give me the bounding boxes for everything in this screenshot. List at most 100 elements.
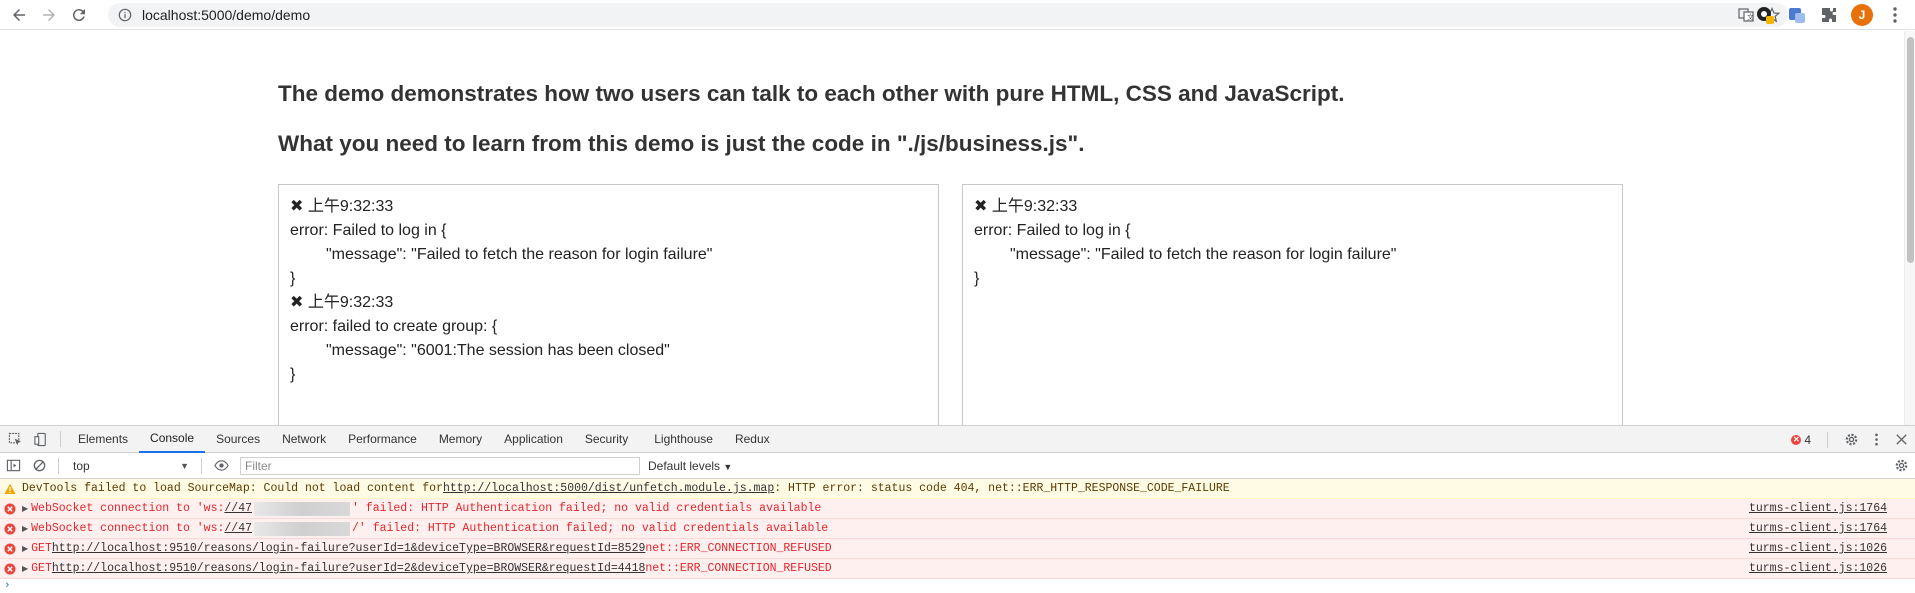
log-line: } xyxy=(290,366,296,383)
log-levels-dropdown[interactable]: Default levels ▼ xyxy=(648,459,732,473)
arrow-left-icon xyxy=(13,8,25,21)
page-heading-2: What you need to learn from this demo is… xyxy=(278,131,1085,156)
error-url-link[interactable]: //47 xyxy=(224,502,252,515)
arrow-right-icon xyxy=(43,8,55,21)
extension-github-icon[interactable] xyxy=(1755,5,1775,25)
prompt-chevron-icon: › xyxy=(4,580,11,592)
error-icon xyxy=(4,563,16,574)
page-scrollbar[interactable] xyxy=(1904,31,1915,425)
expand-triangle-icon[interactable]: ▶ xyxy=(22,564,28,574)
console-warning-message: DevTools failed to load SourceMap: Could… xyxy=(0,479,1915,499)
error-post: /' failed: HTTP Authentication failed; n… xyxy=(352,522,829,535)
clear-console-button[interactable] xyxy=(26,453,52,479)
source-location-link[interactable]: turms-client.js:1764 xyxy=(1749,522,1887,535)
console-error-message[interactable]: ▶ GET http://localhost:9510/reasons/logi… xyxy=(0,539,1915,559)
error-count-text: 4 xyxy=(1804,432,1811,447)
tab-separator xyxy=(60,431,61,447)
address-bar[interactable]: localhost:5000/demo/demo 文 xyxy=(108,3,1788,27)
log-line: error: failed to create group: { xyxy=(290,318,498,335)
extension-translate-icon[interactable] xyxy=(1787,5,1807,25)
console-prompt[interactable]: › xyxy=(0,579,1915,593)
page-heading-1: The demo demonstrates how two users can … xyxy=(278,81,1345,106)
expand-triangle-icon[interactable]: ▶ xyxy=(22,504,28,514)
log-line: } xyxy=(974,270,980,287)
console-error-message[interactable]: ▶ WebSocket connection to 'ws: //47 /' f… xyxy=(0,519,1915,539)
filter-separator xyxy=(58,457,59,474)
log-line: "message": "6001:The session has been cl… xyxy=(326,342,670,359)
error-url-link[interactable]: http://localhost:9510/reasons/login-fail… xyxy=(52,542,646,555)
error-post: ' failed: HTTP Authentication failed; no… xyxy=(352,502,822,515)
reload-icon xyxy=(72,8,85,21)
log-levels-label: Default levels xyxy=(648,458,721,473)
inspect-element-button[interactable] xyxy=(2,426,28,452)
tab-network[interactable]: Network xyxy=(271,426,337,453)
sidebar-toggle-button[interactable] xyxy=(0,453,26,479)
log-line: "message": "Failed to fetch the reason f… xyxy=(326,246,713,263)
page-content: The demo demonstrates how two users can … xyxy=(0,31,1904,425)
error-url-link[interactable]: //47 xyxy=(224,522,252,535)
extensions-puzzle-icon[interactable] xyxy=(1819,5,1839,25)
reload-button[interactable] xyxy=(64,0,94,30)
tab-performance[interactable]: Performance xyxy=(337,426,428,453)
log-line: "message": "Failed to fetch the reason f… xyxy=(1010,246,1397,263)
settings-gear-icon[interactable] xyxy=(1844,432,1859,447)
console-settings-gear-icon[interactable] xyxy=(1894,458,1909,473)
tab-application[interactable]: Application xyxy=(493,426,574,453)
error-counter[interactable]: ✕ 4 xyxy=(1791,433,1811,447)
warning-suffix: : HTTP error: status code 404, net::ERR_… xyxy=(774,482,1230,495)
device-toolbar-button[interactable] xyxy=(28,426,54,452)
expand-triangle-icon[interactable]: ▶ xyxy=(22,524,28,534)
forward-button[interactable] xyxy=(34,0,64,30)
extensions-area: J xyxy=(1755,0,1905,30)
expand-triangle-icon[interactable]: ▶ xyxy=(22,544,28,554)
tab-sources[interactable]: Sources xyxy=(205,426,271,453)
error-icon xyxy=(4,543,16,554)
user1-log-panel: ✖ 上午9:32:33 error: Failed to log in { "m… xyxy=(278,184,939,425)
console-error-message[interactable]: ▶ WebSocket connection to 'ws: //47 ' fa… xyxy=(0,499,1915,519)
sidebar-icon xyxy=(6,459,20,472)
inspect-icon xyxy=(8,432,21,445)
tab-security[interactable]: Security xyxy=(574,426,639,453)
close-icon[interactable] xyxy=(1894,432,1909,447)
svg-text:文: 文 xyxy=(1747,13,1754,22)
browser-toolbar: localhost:5000/demo/demo 文 J xyxy=(0,0,1915,30)
eye-icon xyxy=(213,460,229,471)
tab-separator xyxy=(1827,431,1828,448)
error-post: net::ERR_CONNECTION_REFUSED xyxy=(645,542,832,555)
error-pre: WebSocket connection to 'ws: xyxy=(31,502,225,515)
sourcemap-link[interactable]: http://localhost:5000/dist/unfetch.modul… xyxy=(443,482,774,495)
profile-avatar[interactable]: J xyxy=(1851,4,1873,26)
log-line: error: Failed to log in { xyxy=(290,222,447,239)
context-select[interactable]: top ▼ xyxy=(65,459,195,473)
error-post: net::ERR_CONNECTION_REFUSED xyxy=(645,562,832,575)
tab-elements[interactable]: Elements xyxy=(67,426,139,453)
translate-icon[interactable]: 文 xyxy=(1738,7,1754,23)
error-icon xyxy=(4,503,16,514)
console-filterbar: top ▼ Filter Default levels ▼ xyxy=(0,453,1915,479)
url-text[interactable]: localhost:5000/demo/demo xyxy=(142,7,310,23)
caret-down-icon: ▼ xyxy=(180,460,189,471)
warning-prefix: DevTools failed to load SourceMap: Could… xyxy=(22,482,443,495)
devtools-panel: Elements Console Sources Network Perform… xyxy=(0,425,1915,592)
source-location-link[interactable]: turms-client.js:1764 xyxy=(1749,502,1887,515)
context-select-value: top xyxy=(73,458,90,473)
back-button[interactable] xyxy=(4,0,34,30)
error-url-link[interactable]: http://localhost:9510/reasons/login-fail… xyxy=(52,562,646,575)
info-icon[interactable] xyxy=(118,8,132,22)
log-line: ✖ 上午9:32:33 xyxy=(974,198,1078,215)
source-location-link[interactable]: turms-client.js:1026 xyxy=(1749,562,1887,575)
more-options-icon[interactable] xyxy=(1869,432,1884,447)
tab-redux[interactable]: Redux xyxy=(724,426,781,453)
console-filter-input[interactable]: Filter xyxy=(240,456,640,475)
tab-console[interactable]: Console xyxy=(139,426,206,453)
tab-memory[interactable]: Memory xyxy=(428,426,493,453)
kebab-menu-icon[interactable] xyxy=(1885,5,1905,25)
error-icon xyxy=(4,523,16,534)
console-error-message[interactable]: ▶ GET http://localhost:9510/reasons/logi… xyxy=(0,559,1915,579)
error-pre: WebSocket connection to 'ws: xyxy=(31,522,225,535)
device-icon xyxy=(33,432,46,446)
live-expression-button[interactable] xyxy=(208,453,234,479)
source-location-link[interactable]: turms-client.js:1026 xyxy=(1749,542,1887,555)
page-scrollbar-thumb[interactable] xyxy=(1907,37,1914,263)
tab-lighthouse[interactable]: Lighthouse xyxy=(643,426,724,453)
